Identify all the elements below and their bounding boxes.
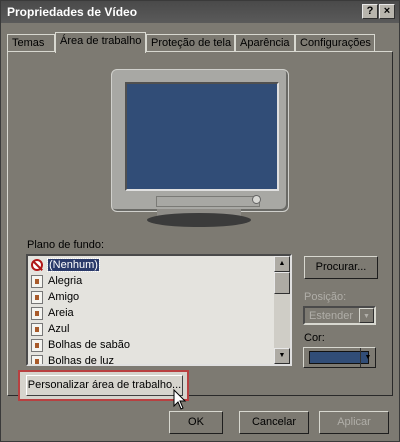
list-scrollbar[interactable]: ▲ ▼ <box>274 256 290 364</box>
tab-configuracoes[interactable]: Configurações <box>295 34 375 52</box>
list-item[interactable]: Alegria <box>30 274 278 290</box>
list-item-label: Bolhas de sabão <box>48 339 130 351</box>
tab-temas[interactable]: Temas <box>7 34 55 52</box>
preview-screen <box>125 82 279 191</box>
list-item[interactable]: Bolhas de sabão <box>30 338 278 354</box>
cancel-button[interactable]: Cancelar <box>239 411 309 434</box>
help-button[interactable]: ? <box>362 4 378 19</box>
list-item-label: Alegria <box>48 275 83 287</box>
image-file-icon <box>31 291 43 304</box>
customize-highlight: Personalizar área de trabalho... <box>18 370 189 401</box>
background-label: Plano de fundo: <box>27 239 105 251</box>
list-item[interactable]: Amigo <box>30 290 278 306</box>
chevron-down-icon[interactable]: ▼ <box>360 348 375 367</box>
customize-desktop-button[interactable]: Personalizar área de trabalho... <box>26 375 183 396</box>
image-file-icon <box>31 275 43 288</box>
position-value: Estender <box>309 310 354 322</box>
monitor-base <box>147 213 251 227</box>
list-item-label: Areia <box>48 307 74 319</box>
list-item[interactable]: Areia <box>30 306 278 322</box>
image-file-icon <box>31 307 43 320</box>
list-item-label: Amigo <box>48 291 80 303</box>
tab-aparencia[interactable]: Aparência <box>235 34 295 52</box>
scroll-down-icon[interactable]: ▼ <box>274 348 290 364</box>
apply-button[interactable]: Aplicar <box>319 411 389 434</box>
color-label: Cor: <box>304 332 325 344</box>
list-item[interactable]: Bolhas de luz <box>30 354 278 366</box>
tab-area-de-trabalho[interactable]: Área de trabalho <box>55 32 146 53</box>
image-file-icon <box>31 355 43 364</box>
scroll-up-icon[interactable]: ▲ <box>274 256 290 272</box>
list-item-label: Bolhas de luz <box>48 355 115 366</box>
browse-button[interactable]: Procurar... <box>304 256 378 279</box>
chevron-down-icon[interactable]: ▼ <box>359 308 374 323</box>
power-led-icon <box>252 195 261 204</box>
list-item[interactable]: Azul <box>30 322 278 338</box>
position-label: Posição: <box>304 291 347 303</box>
list-item-label: Azul <box>48 323 70 335</box>
image-file-icon <box>31 339 43 352</box>
tab-protecao-de-tela[interactable]: Proteção de tela <box>146 34 235 52</box>
title-bar[interactable]: Propriedades de Vídeo ? × <box>1 1 399 23</box>
monitor-slot <box>156 196 260 207</box>
close-button[interactable]: × <box>379 4 395 19</box>
color-picker-button[interactable]: ▼ <box>303 347 376 368</box>
scroll-thumb[interactable] <box>274 272 290 294</box>
background-list[interactable]: (Nenhum) Alegria Amigo Areia Azul Bolhas… <box>26 254 292 366</box>
none-icon <box>31 259 43 271</box>
position-select[interactable]: Estender ▼ <box>303 306 376 325</box>
ok-button[interactable]: OK <box>169 411 223 434</box>
list-item[interactable]: (Nenhum) <box>30 258 278 274</box>
window-title: Propriedades de Vídeo <box>7 5 138 19</box>
image-file-icon <box>31 323 43 336</box>
monitor-preview <box>111 69 289 212</box>
mouse-pointer-icon <box>173 389 187 410</box>
display-properties-window: Propriedades de Vídeo ? × Temas Área de … <box>0 0 400 442</box>
list-item-label: (Nenhum) <box>47 258 100 272</box>
